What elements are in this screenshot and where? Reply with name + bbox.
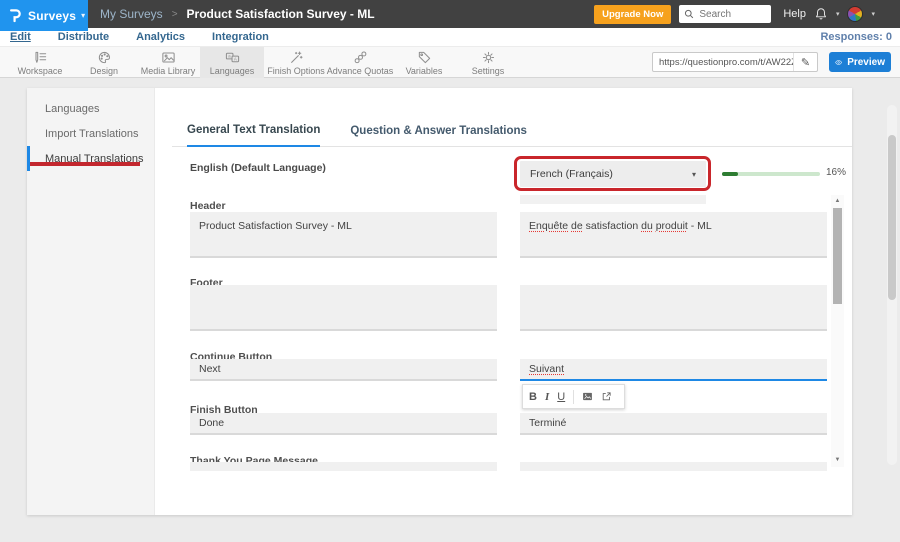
product-switcher-label: Surveys	[28, 9, 76, 23]
toolbar-item-design[interactable]: Design	[72, 47, 136, 78]
search-box[interactable]	[679, 5, 771, 23]
nav-tab-integration[interactable]: Integration	[212, 31, 269, 43]
toolbar-item-languages[interactable]: aA Languages	[200, 47, 264, 78]
eye-icon	[835, 58, 842, 67]
chevron-down-icon[interactable]: ▾	[836, 10, 840, 18]
toolbar-item-settings[interactable]: Settings	[456, 47, 520, 78]
header-target-textarea[interactable]: Enquête de satisfaction du produit - ML	[520, 212, 827, 258]
translation-progress-percent: 16%	[826, 167, 846, 178]
translated-word: de	[571, 220, 583, 232]
palette-icon	[97, 50, 112, 65]
chain-links-icon	[353, 50, 368, 65]
field-label-header: Header	[190, 200, 226, 212]
continue-target-input[interactable]: Suivant	[520, 359, 827, 381]
italic-button[interactable]: I	[545, 391, 549, 403]
survey-nav: Edit Distribute Analytics Integration Re…	[0, 28, 900, 46]
scroll-up-icon[interactable]: ▲	[831, 195, 844, 206]
questionpro-app: Surveys ▾ My Surveys > Product Satisfact…	[0, 0, 900, 542]
toolbar-item-media-library[interactable]: Media Library	[136, 47, 200, 78]
breadcrumb: My Surveys > Product Satisfaction Survey…	[100, 0, 375, 28]
sidebar-item-manual-translations[interactable]: Manual Translations	[27, 146, 154, 171]
format-toolbar: B I U	[522, 384, 625, 409]
toolbar-items: Workspace Design Media Library aA Langua…	[8, 47, 520, 78]
survey-url-box: https://questionpro.com/t/AW22Zd1S1 ✎	[652, 52, 818, 72]
chevron-down-icon: ▾	[692, 170, 696, 179]
image-icon	[161, 50, 176, 65]
translated-word: produit	[656, 220, 688, 232]
panel-scrollbar[interactable]: ▲ ▼	[831, 195, 844, 467]
translated-word: Enquête	[529, 220, 568, 232]
notifications-bell-icon[interactable]	[814, 7, 828, 21]
source-language-label: English (Default Language)	[190, 162, 326, 174]
content-card: Languages Import Translations Manual Tra…	[27, 88, 852, 515]
toolbar-item-variables[interactable]: Variables	[392, 47, 456, 78]
nav-tab-analytics[interactable]: Analytics	[136, 31, 185, 43]
nav-tab-edit[interactable]: Edit	[10, 31, 31, 43]
toolbar-item-finish-options[interactable]: Finish Options	[264, 47, 328, 78]
tab-general-text-translation[interactable]: General Text Translation	[187, 124, 320, 147]
translation-progress-fill	[722, 172, 738, 176]
finish-target-input[interactable]: Terminé	[520, 413, 827, 435]
sidebar-item-languages[interactable]: Languages	[27, 96, 154, 121]
workspace-list-icon	[33, 50, 48, 65]
annotation-red-underline	[30, 162, 140, 166]
continue-source-input: Next	[190, 359, 497, 381]
finish-source-input: Done	[190, 413, 497, 435]
translated-word: satisfaction	[583, 220, 641, 232]
product-switcher[interactable]: Surveys ▾	[0, 0, 88, 31]
breadcrumb-survey-title: Product Satisfaction Survey - ML	[187, 7, 375, 21]
insert-image-button[interactable]	[582, 391, 593, 402]
breadcrumb-separator-icon: >	[172, 9, 178, 20]
select-shadow	[520, 195, 706, 204]
insert-link-button[interactable]	[601, 391, 612, 402]
topbar: Surveys ▾ My Surveys > Product Satisfact…	[0, 0, 900, 28]
search-input[interactable]	[697, 8, 767, 21]
footer-source-textarea	[190, 285, 497, 331]
thank-you-source-textarea	[190, 462, 497, 471]
manual-translations-panel: General Text Translation Question & Answ…	[155, 88, 852, 515]
svg-text:A: A	[233, 56, 236, 61]
breadcrumb-my-surveys[interactable]: My Surveys	[100, 7, 163, 21]
tab-question-answer-translations[interactable]: Question & Answer Translations	[350, 125, 527, 146]
page-scrollbar-thumb[interactable]	[888, 135, 896, 300]
help-link[interactable]: Help	[783, 8, 806, 20]
search-icon	[684, 9, 694, 19]
toolbar-item-advance-quotas[interactable]: Advance Quotas	[328, 47, 392, 78]
survey-toolbar: Workspace Design Media Library aA Langua…	[0, 46, 900, 78]
translation-tabs: General Text Translation Question & Answ…	[172, 118, 852, 147]
sidebar-item-import-translations[interactable]: Import Translations	[27, 121, 154, 146]
header-source-textarea: Product Satisfaction Survey - ML	[190, 212, 497, 258]
scroll-down-icon[interactable]: ▼	[831, 454, 844, 465]
edit-url-pencil-icon[interactable]: ✎	[793, 53, 817, 71]
underline-button[interactable]: U	[557, 391, 565, 403]
scrollbar-thumb[interactable]	[833, 208, 842, 304]
questionpro-logo-icon	[9, 8, 21, 23]
thank-you-target-textarea[interactable]	[520, 462, 827, 471]
nav-tab-distribute[interactable]: Distribute	[58, 31, 109, 43]
survey-url: https://questionpro.com/t/AW22Zd1S1	[653, 57, 793, 68]
translate-icon: aA	[225, 50, 240, 65]
tag-icon	[417, 50, 432, 65]
preview-button[interactable]: Preview	[829, 52, 891, 72]
responses-count[interactable]: Responses: 0	[820, 28, 892, 46]
translation-progress-bar	[722, 172, 820, 176]
page-scrollbar[interactable]	[887, 105, 897, 465]
topbar-actions: Upgrade Now Help ▾ ▾	[594, 0, 875, 28]
translated-word: du	[641, 220, 653, 232]
upgrade-now-button[interactable]: Upgrade Now	[594, 5, 671, 24]
toolbar-item-workspace[interactable]: Workspace	[8, 47, 72, 78]
gear-icon	[481, 50, 496, 65]
svg-text:a: a	[228, 53, 231, 58]
translations-sidebar: Languages Import Translations Manual Tra…	[27, 88, 155, 515]
translated-word: Suivant	[529, 363, 564, 375]
translated-word: - ML	[688, 220, 712, 232]
footer-target-textarea[interactable]	[520, 285, 827, 331]
avatar[interactable]	[847, 6, 863, 22]
target-language-select[interactable]: French (Français) ▾	[520, 161, 706, 187]
chevron-down-icon: ▾	[81, 11, 85, 20]
toolbar-divider	[573, 390, 574, 404]
chevron-down-icon[interactable]: ▾	[871, 10, 875, 18]
magic-wand-icon	[289, 50, 304, 65]
bold-button[interactable]: B	[529, 391, 537, 403]
